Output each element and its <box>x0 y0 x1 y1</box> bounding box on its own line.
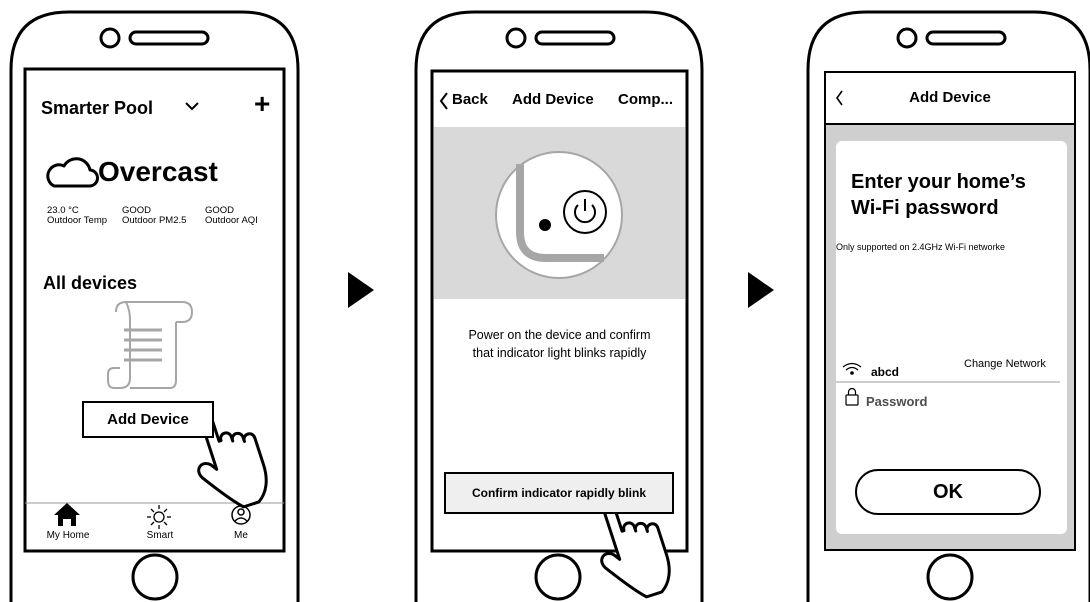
password-input[interactable]: Password <box>866 391 1052 411</box>
document-placeholder-icon <box>107 301 194 389</box>
device-illustration <box>495 151 623 279</box>
nav-tab-me[interactable]: Me <box>203 501 279 543</box>
stat-pm25: GOOD Outdoor PM2.5 <box>122 206 186 226</box>
stat-label: Outdoor PM2.5 <box>122 214 187 226</box>
dialog-heading: Enter your home’s <box>851 171 1026 193</box>
screen-title: Add Device <box>909 89 991 106</box>
chevron-down-icon[interactable] <box>185 102 199 111</box>
confirm-blink-button[interactable]: Confirm indicator rapidly blink <box>444 472 674 514</box>
screen-title: Add Device <box>512 91 594 108</box>
nav-label: My Home <box>46 530 90 541</box>
add-device-button[interactable]: Add Device <box>82 401 214 438</box>
complete-action[interactable]: Comp... <box>618 92 673 107</box>
section-title: All devices <box>43 273 138 293</box>
add-icon[interactable]: + <box>254 90 270 118</box>
stat-label: Outdoor AQI <box>205 214 258 226</box>
step-arrow-icon <box>348 272 374 308</box>
nav-tab-smart[interactable]: Smart <box>122 501 198 543</box>
weather-label: Overcast <box>98 156 218 187</box>
back-button[interactable]: Back <box>452 92 488 107</box>
network-name: abcd <box>871 365 900 379</box>
network-note: Only supported on 2.4GHz Wi-Fi networke <box>836 242 1006 252</box>
cloud-icon <box>46 157 99 188</box>
step-arrow-icon <box>748 272 774 308</box>
ok-button[interactable]: OK <box>855 469 1041 515</box>
change-network-link[interactable]: Change Network <box>964 359 1046 370</box>
stat-aqi: GOOD Outdoor AQI <box>205 206 258 226</box>
chevron-left-icon[interactable] <box>439 92 448 110</box>
instruction-line: that indicator light blinks rapidly <box>472 346 647 360</box>
instruction-line: Power on the device and confirm <box>468 328 651 342</box>
stat-label: Outdoor Temp <box>47 214 108 226</box>
dialog-heading: Wi-Fi password <box>851 197 999 219</box>
nav-tab-my-home[interactable]: My Home <box>30 501 106 543</box>
nav-label: Me <box>234 530 248 541</box>
app-title: Smarter Pool <box>41 98 154 118</box>
nav-label: Smart <box>146 530 174 541</box>
stat-temp: 23.0 °C Outdoor Temp <box>47 206 107 226</box>
